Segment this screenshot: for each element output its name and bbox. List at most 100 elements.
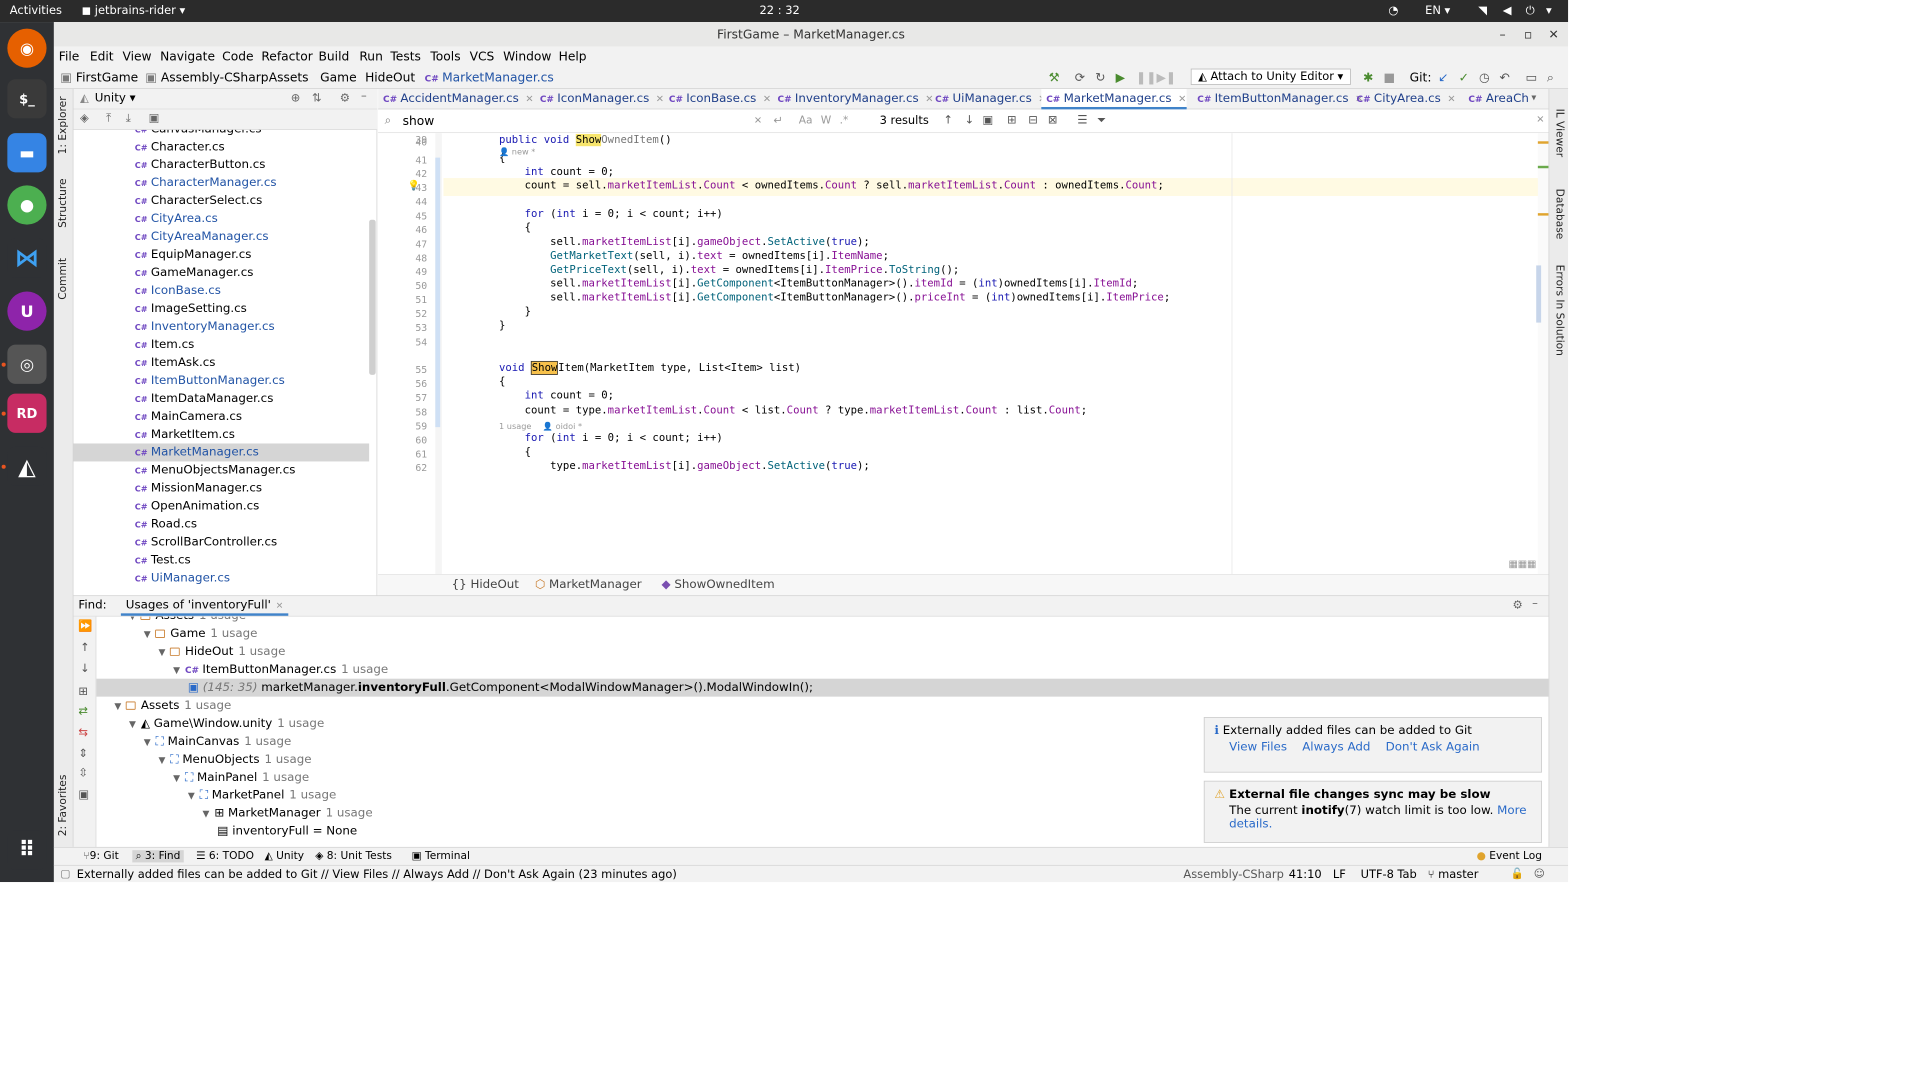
commit-tool-tab[interactable]: Commit xyxy=(57,258,69,300)
files-icon[interactable]: ▬ xyxy=(7,133,47,173)
intention-bulb-icon[interactable]: 💡 xyxy=(408,180,420,191)
ok-marker[interactable] xyxy=(1537,165,1549,169)
status-indent[interactable]: Tab xyxy=(1397,868,1416,881)
git-update-icon[interactable]: ↙ xyxy=(1438,70,1448,85)
tree-item-file[interactable]: C# CharacterButton.cs xyxy=(74,156,370,174)
debug-icon[interactable]: ✱ xyxy=(1363,70,1373,85)
tab-marketmanager[interactable]: C# MarketManager.cs ✕ xyxy=(1041,89,1187,110)
run-configuration-select[interactable]: ◭ Attach to Unity Editor ▾ xyxy=(1190,68,1351,85)
updates-icon[interactable]: ◔ xyxy=(1388,4,1398,17)
tab-iconmanager[interactable]: C# IconManager.cs ✕ xyxy=(535,89,664,109)
preview-icon[interactable]: ▣ xyxy=(149,112,160,125)
unity-icon[interactable]: ◭ xyxy=(7,446,47,486)
hide-find-icon[interactable]: – xyxy=(1532,597,1538,610)
tree-item-file[interactable]: C# Character.cs xyxy=(74,138,370,156)
breadcrumb-hideout[interactable]: HideOut xyxy=(365,70,415,85)
tree-item-file[interactable]: C# EquipManager.cs xyxy=(74,246,370,264)
breadcrumb-project[interactable]: ▣ FirstGame xyxy=(60,70,138,85)
vscode-icon[interactable]: ⋈ xyxy=(7,238,47,278)
search-everywhere-icon[interactable]: ⌕ xyxy=(1547,70,1554,85)
explorer-scrollbar[interactable] xyxy=(369,219,376,375)
menu-view[interactable]: View xyxy=(123,49,152,64)
code-line[interactable]: { xyxy=(499,376,505,388)
next-occurrence-icon[interactable]: ↓ xyxy=(965,114,975,127)
new-line-icon[interactable]: ↵ xyxy=(773,114,783,127)
tree-item-file[interactable]: C# ScrollBarController.cs xyxy=(74,533,370,551)
code-line[interactable]: } xyxy=(499,305,531,317)
git-rollback-icon[interactable]: ↶ xyxy=(1499,70,1509,85)
git-history-icon[interactable]: ◷ xyxy=(1479,70,1490,85)
error-stripe[interactable] xyxy=(1537,133,1549,575)
activities-button[interactable]: Activities xyxy=(10,4,62,17)
menu-vcs[interactable]: VCS xyxy=(470,49,495,64)
volume-icon[interactable]: ◀ xyxy=(1503,4,1512,17)
maximize-icon[interactable]: ▫ xyxy=(1524,22,1532,47)
expand-arrow-icon[interactable]: ▼ xyxy=(144,737,151,748)
tree-item-file[interactable]: C# MissionManager.cs xyxy=(74,479,370,497)
screenshot-icon[interactable]: ◎ xyxy=(7,344,47,384)
tree-item-file[interactable]: C# MainCamera.cs xyxy=(74,408,370,426)
expand-arrow-icon[interactable]: ▼ xyxy=(173,773,180,784)
minimize-icon[interactable]: – xyxy=(1499,22,1505,47)
breadcrumb-file[interactable]: C# MarketManager.cs xyxy=(425,70,554,85)
next-usage-icon[interactable]: ↓ xyxy=(80,662,90,675)
lock-icon[interactable]: 🔓 xyxy=(1511,868,1524,880)
terminal-icon[interactable]: $_ xyxy=(7,79,47,119)
clear-search-icon[interactable]: ✕ xyxy=(754,114,762,125)
status-encoding[interactable]: UTF-8 xyxy=(1361,868,1394,881)
code-line[interactable]: int count = 0; xyxy=(499,390,614,402)
warning-marker[interactable] xyxy=(1537,213,1549,216)
status-project-context[interactable]: Assembly-CSharp xyxy=(1183,868,1283,881)
find-tool-button[interactable]: ⌕ 3: Find xyxy=(132,850,184,863)
expand-arrow-icon[interactable]: ▼ xyxy=(114,701,121,712)
favorites-tool-tab[interactable]: 2: Favorites xyxy=(57,775,69,837)
layout-icon[interactable]: ▭ xyxy=(1526,70,1538,85)
terminal-tool-button[interactable]: ▣ Terminal xyxy=(412,850,470,862)
code-vision-author[interactable]: 👤 new * xyxy=(499,148,535,157)
collapse-icon[interactable]: ⇅ xyxy=(312,91,322,104)
code-line[interactable]: public void ShowOwnedItem() xyxy=(499,133,672,147)
tree-item-file[interactable]: C# MarketManager.cs xyxy=(73,443,370,462)
event-log-button[interactable]: ● Event Log xyxy=(1477,850,1542,862)
code-line[interactable]: void ShowItem(MarketItem type, List<Item… xyxy=(499,360,801,375)
tree-item-file[interactable]: C# InventoryManager.cs xyxy=(74,318,370,336)
close-icon[interactable]: ✕ xyxy=(1548,22,1558,47)
prev-usage-icon[interactable]: ↑ xyxy=(80,641,90,654)
whole-words-toggle[interactable]: W xyxy=(821,114,832,126)
git-commit-icon[interactable]: ✓ xyxy=(1459,70,1469,85)
search-input[interactable]: show xyxy=(403,114,435,129)
status-line-separator[interactable]: LF xyxy=(1333,868,1346,881)
tab-accidentmanager[interactable]: C# AccidentManager.cs ✕ xyxy=(378,89,534,109)
tree-item-file[interactable]: C# Item.cs xyxy=(74,336,370,354)
unity-tool-button[interactable]: ◭ Unity xyxy=(265,850,304,862)
menu-refactor[interactable]: Refactor xyxy=(261,49,312,64)
unit-tests-tool-button[interactable]: ◈ 8: Unit Tests xyxy=(315,850,392,862)
menu-help[interactable]: Help xyxy=(559,49,587,64)
app-menu[interactable]: ◼ jetbrains-rider ▾ xyxy=(82,4,186,17)
tree-item-file[interactable]: C# Test.cs xyxy=(74,551,370,569)
crumb-class[interactable]: ⬡ MarketManager xyxy=(535,578,642,591)
breadcrumb-assets[interactable]: Assets xyxy=(269,70,309,85)
status-git-branch[interactable]: ⑂ master xyxy=(1428,868,1479,881)
menu-code[interactable]: Code xyxy=(222,49,253,64)
tree-item-file[interactable]: C# ImageSetting.cs xyxy=(74,300,370,318)
code-line[interactable]: type.marketItemList[i].gameObject.SetAct… xyxy=(499,460,870,472)
rider-dock-icon[interactable]: RD xyxy=(7,393,47,433)
firefox-icon[interactable]: ◉ xyxy=(7,28,47,68)
run-icon[interactable]: ▶ xyxy=(1116,70,1125,85)
regex-toggle[interactable]: .* xyxy=(840,114,849,126)
find-results-tab[interactable]: Usages of 'inventoryFull' ✕ xyxy=(120,597,289,616)
show-apps-icon[interactable]: ⠿ xyxy=(7,830,47,870)
chrome-icon[interactable]: ● xyxy=(7,185,47,225)
code-line[interactable]: sell.marketItemList[i].gameObject.SetAct… xyxy=(499,236,870,248)
select-all-icon[interactable]: ▣ xyxy=(982,114,993,127)
errors-tool-tab[interactable]: Errors In Solution xyxy=(1553,265,1565,356)
filter-icon[interactable]: ⏷ xyxy=(1097,114,1106,127)
expand-arrow-icon[interactable]: ▼ xyxy=(158,647,165,658)
status-message[interactable]: Externally added files can be added to G… xyxy=(77,868,677,881)
tree-item-file[interactable]: C# CityArea.cs xyxy=(74,210,370,228)
hide-panel-icon[interactable]: – xyxy=(361,90,367,103)
tree-item-file[interactable]: C# ItemButtonManager.cs xyxy=(74,372,370,390)
expand-arrow-icon[interactable]: ▼ xyxy=(129,617,136,622)
settings-icon[interactable]: ⚙ xyxy=(340,91,350,104)
